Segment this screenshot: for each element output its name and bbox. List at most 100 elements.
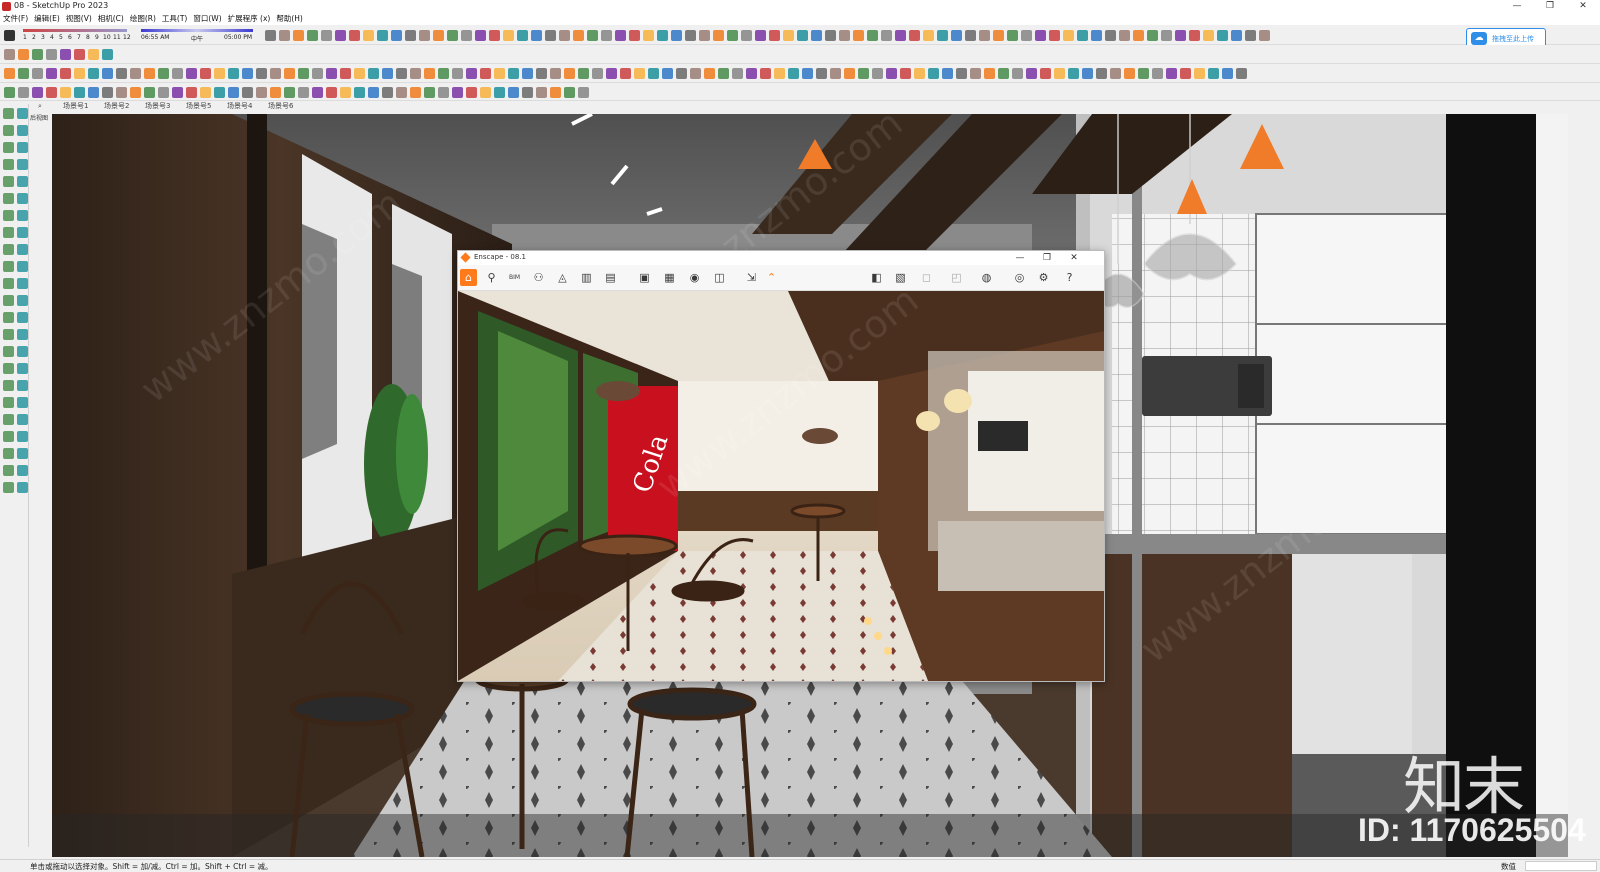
- left-tool-icon[interactable]: [3, 210, 14, 221]
- tool-button-icon[interactable]: [130, 68, 141, 79]
- left-tool-icon[interactable]: [3, 125, 14, 136]
- tool-button-icon[interactable]: [1245, 30, 1256, 41]
- tool-button-icon[interactable]: [867, 30, 878, 41]
- tool-button-icon[interactable]: [1208, 68, 1219, 79]
- tool-button-icon[interactable]: [755, 30, 766, 41]
- tool-button-icon[interactable]: [32, 68, 43, 79]
- scene-tab-2[interactable]: 场景号2: [104, 101, 129, 112]
- tool-button-icon[interactable]: [536, 68, 547, 79]
- scene-tab-1[interactable]: 场景号1: [63, 101, 88, 112]
- tool-button-icon[interactable]: [671, 30, 682, 41]
- tool-button-icon[interactable]: [32, 87, 43, 98]
- tool-button-icon[interactable]: [620, 68, 631, 79]
- left-tool-icon[interactable]: [3, 482, 14, 493]
- tool-button-icon[interactable]: [578, 87, 589, 98]
- tool-button-icon[interactable]: [1222, 68, 1233, 79]
- scene-tab-4[interactable]: 场景号4: [227, 101, 252, 112]
- tool-button-icon[interactable]: [578, 68, 589, 79]
- left-tool-icon[interactable]: [17, 448, 28, 459]
- tool-button-icon[interactable]: [1091, 30, 1102, 41]
- tool-button-icon[interactable]: [1231, 30, 1242, 41]
- left-tool-icon[interactable]: [17, 431, 28, 442]
- tool-button-icon[interactable]: [363, 30, 374, 41]
- tool-button-icon[interactable]: [545, 30, 556, 41]
- tool-button-icon[interactable]: [858, 68, 869, 79]
- tool-button-icon[interactable]: [186, 87, 197, 98]
- left-tool-icon[interactable]: [3, 295, 14, 306]
- tool-button-icon[interactable]: [102, 87, 113, 98]
- scene-tab-5[interactable]: 场景号5: [186, 101, 211, 112]
- tool-button-icon[interactable]: [461, 30, 472, 41]
- tool-button-icon[interactable]: [844, 68, 855, 79]
- tool-button-icon[interactable]: [256, 68, 267, 79]
- left-tool-icon[interactable]: [3, 414, 14, 425]
- tool-button-icon[interactable]: [214, 87, 225, 98]
- tool-button-icon[interactable]: [1138, 68, 1149, 79]
- measurements-input[interactable]: [1525, 861, 1597, 871]
- tool-button-icon[interactable]: [886, 68, 897, 79]
- capture-icon[interactable]: ◰: [948, 269, 965, 286]
- tool-button-icon[interactable]: [158, 68, 169, 79]
- tool-button-icon[interactable]: [1110, 68, 1121, 79]
- tool-button-icon[interactable]: [489, 30, 500, 41]
- video-editor-icon[interactable]: ▤: [602, 269, 619, 286]
- tool-button-icon[interactable]: [4, 49, 15, 60]
- tool-button-icon[interactable]: [1007, 30, 1018, 41]
- left-tool-icon[interactable]: [17, 210, 28, 221]
- tool-button-icon[interactable]: [1035, 30, 1046, 41]
- tool-button-icon[interactable]: [242, 68, 253, 79]
- enscape-close-button[interactable]: ✕: [1062, 251, 1086, 265]
- help-icon[interactable]: ?: [1061, 269, 1078, 286]
- tool-button-icon[interactable]: [1217, 30, 1228, 41]
- tool-button-icon[interactable]: [349, 30, 360, 41]
- batch-render-icon[interactable]: ▦: [661, 269, 678, 286]
- enscape-restore-button[interactable]: ❐: [1035, 251, 1059, 265]
- tool-button-icon[interactable]: [1096, 68, 1107, 79]
- tool-button-icon[interactable]: [508, 68, 519, 79]
- tool-button-icon[interactable]: [88, 49, 99, 60]
- tool-button-icon[interactable]: [1259, 30, 1270, 41]
- tool-button-icon[interactable]: [564, 68, 575, 79]
- tool-button-icon[interactable]: [438, 68, 449, 79]
- tool-button-icon[interactable]: [993, 30, 1004, 41]
- tool-button-icon[interactable]: [424, 68, 435, 79]
- menu-extensions[interactable]: 扩展程序 (x): [225, 13, 274, 25]
- tool-button-icon[interactable]: [937, 30, 948, 41]
- tool-button-icon[interactable]: [102, 68, 113, 79]
- left-tool-icon[interactable]: [17, 227, 28, 238]
- minimap-icon[interactable]: ▧: [892, 269, 909, 286]
- asset-library-icon[interactable]: ⚲: [483, 269, 500, 286]
- tool-button-icon[interactable]: [293, 30, 304, 41]
- tool-button-icon[interactable]: [130, 87, 141, 98]
- tool-button-icon[interactable]: [615, 30, 626, 41]
- tool-button-icon[interactable]: [662, 68, 673, 79]
- tool-button-icon[interactable]: [88, 68, 99, 79]
- tool-button-icon[interactable]: [256, 87, 267, 98]
- tool-button-icon[interactable]: [340, 68, 351, 79]
- left-tool-icon[interactable]: [17, 329, 28, 340]
- enscape-window[interactable]: Enscape - 08.1 — ❐ ✕ ⌂ ⚲ BIM ⚇ ◬ ▥ ▤ ▣ ▦…: [457, 250, 1105, 682]
- tool-button-icon[interactable]: [172, 68, 183, 79]
- tool-button-icon[interactable]: [494, 87, 505, 98]
- tool-button-icon[interactable]: [312, 87, 323, 98]
- tool-button-icon[interactable]: [452, 87, 463, 98]
- tool-button-icon[interactable]: [1021, 30, 1032, 41]
- bim-icon[interactable]: BIM: [506, 269, 523, 286]
- tool-button-icon[interactable]: [298, 87, 309, 98]
- tool-button-icon[interactable]: [942, 68, 953, 79]
- scene-tab-6[interactable]: 场景号6: [268, 101, 293, 112]
- tool-button-icon[interactable]: [1124, 68, 1135, 79]
- tool-button-icon[interactable]: [559, 30, 570, 41]
- tool-button-icon[interactable]: [718, 68, 729, 79]
- tool-button-icon[interactable]: [643, 30, 654, 41]
- minimize-button[interactable]: —: [1505, 0, 1529, 13]
- left-tool-icon[interactable]: [17, 142, 28, 153]
- tool-button-icon[interactable]: [760, 68, 771, 79]
- tool-button-icon[interactable]: [825, 30, 836, 41]
- tool-button-icon[interactable]: [391, 30, 402, 41]
- tool-button-icon[interactable]: [214, 68, 225, 79]
- tool-button-icon[interactable]: [410, 68, 421, 79]
- asset-box-icon[interactable]: ◻: [918, 269, 935, 286]
- tool-button-icon[interactable]: [466, 68, 477, 79]
- tool-button-icon[interactable]: [909, 30, 920, 41]
